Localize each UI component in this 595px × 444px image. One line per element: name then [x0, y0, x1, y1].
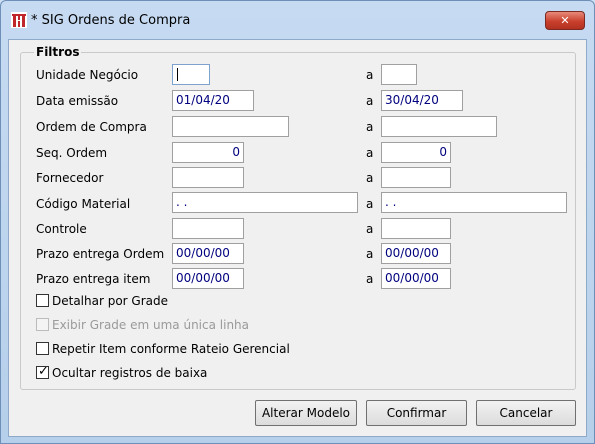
range-separator: a — [366, 68, 374, 82]
detalhar-por-grade-label[interactable]: Detalhar por Grade — [52, 294, 168, 308]
filters-legend: Filtros — [34, 45, 82, 59]
close-icon: ✕ — [560, 14, 570, 27]
controle-to-input[interactable] — [381, 218, 451, 239]
ocultar-registros-label[interactable]: Ocultar registros de baixa — [52, 366, 207, 380]
data-emissao-from-input[interactable]: 01/04/20 — [172, 90, 254, 111]
range-separator: a — [366, 247, 374, 261]
label-ordem-de-compra: Ordem de Compra — [36, 120, 147, 134]
exibir-grade-checkbox — [36, 318, 49, 331]
range-separator: a — [366, 171, 374, 185]
label-prazo-entrega-ordem: Prazo entrega Ordem — [36, 247, 165, 261]
seq-ordem-to-input[interactable]: 0 — [381, 142, 451, 163]
label-codigo-material: Código Material — [36, 197, 131, 211]
alterar-modelo-button[interactable]: Alterar Modelo — [255, 400, 357, 426]
range-separator: a — [366, 120, 374, 134]
codigo-material-to-input[interactable]: . . — [381, 192, 567, 213]
label-unidade-negocio: Unidade Negócio — [36, 68, 139, 82]
range-separator: a — [366, 146, 374, 160]
unidade-negocio-from-input[interactable] — [172, 64, 210, 85]
text-caret — [177, 68, 178, 81]
checkmark-icon: ✓ — [38, 364, 49, 379]
range-separator: a — [366, 197, 374, 211]
fornecedor-to-input[interactable] — [381, 167, 451, 188]
title-bar[interactable]: * SIG Ordens de Compra ✕ — [1, 1, 594, 39]
label-seq-ordem: Seq. Ordem — [36, 146, 108, 160]
close-button[interactable]: ✕ — [545, 11, 585, 30]
ordem-de-compra-from-input[interactable] — [172, 116, 289, 137]
prazo-entrega-ordem-from-input[interactable]: 00/00/00 — [172, 243, 244, 264]
prazo-entrega-item-from-input[interactable]: 00/00/00 — [172, 268, 244, 289]
confirmar-button[interactable]: Confirmar — [366, 400, 467, 426]
ordem-de-compra-to-input[interactable] — [381, 116, 497, 137]
label-controle: Controle — [36, 222, 87, 236]
prazo-entrega-ordem-to-input[interactable]: 00/00/00 — [381, 243, 451, 264]
seq-ordem-from-input[interactable]: 0 — [172, 142, 244, 163]
range-separator: a — [366, 222, 374, 236]
ocultar-registros-checkbox[interactable]: ✓ — [36, 364, 49, 379]
exibir-grade-label: Exibir Grade em uma única linha — [52, 318, 250, 332]
repetir-item-label[interactable]: Repetir Item conforme Rateio Gerencial — [52, 342, 290, 356]
label-data-emissao: Data emissão — [36, 94, 119, 108]
fornecedor-from-input[interactable] — [172, 167, 244, 188]
label-prazo-entrega-item: Prazo entrega item — [36, 272, 151, 286]
app-logo-icon — [11, 12, 27, 28]
data-emissao-to-input[interactable]: 30/04/20 — [381, 90, 463, 111]
window-title: * SIG Ordens de Compra — [31, 13, 191, 28]
label-fornecedor: Fornecedor — [36, 171, 104, 185]
unidade-negocio-to-input[interactable] — [381, 64, 417, 85]
prazo-entrega-item-to-input[interactable]: 00/00/00 — [381, 268, 451, 289]
detalhar-por-grade-checkbox[interactable] — [36, 294, 49, 307]
codigo-material-from-input[interactable]: . . — [172, 192, 358, 213]
cancelar-button[interactable]: Cancelar — [476, 400, 576, 426]
range-separator: a — [366, 94, 374, 108]
repetir-item-checkbox[interactable] — [36, 342, 49, 355]
range-separator: a — [366, 272, 374, 286]
controle-from-input[interactable] — [172, 218, 244, 239]
